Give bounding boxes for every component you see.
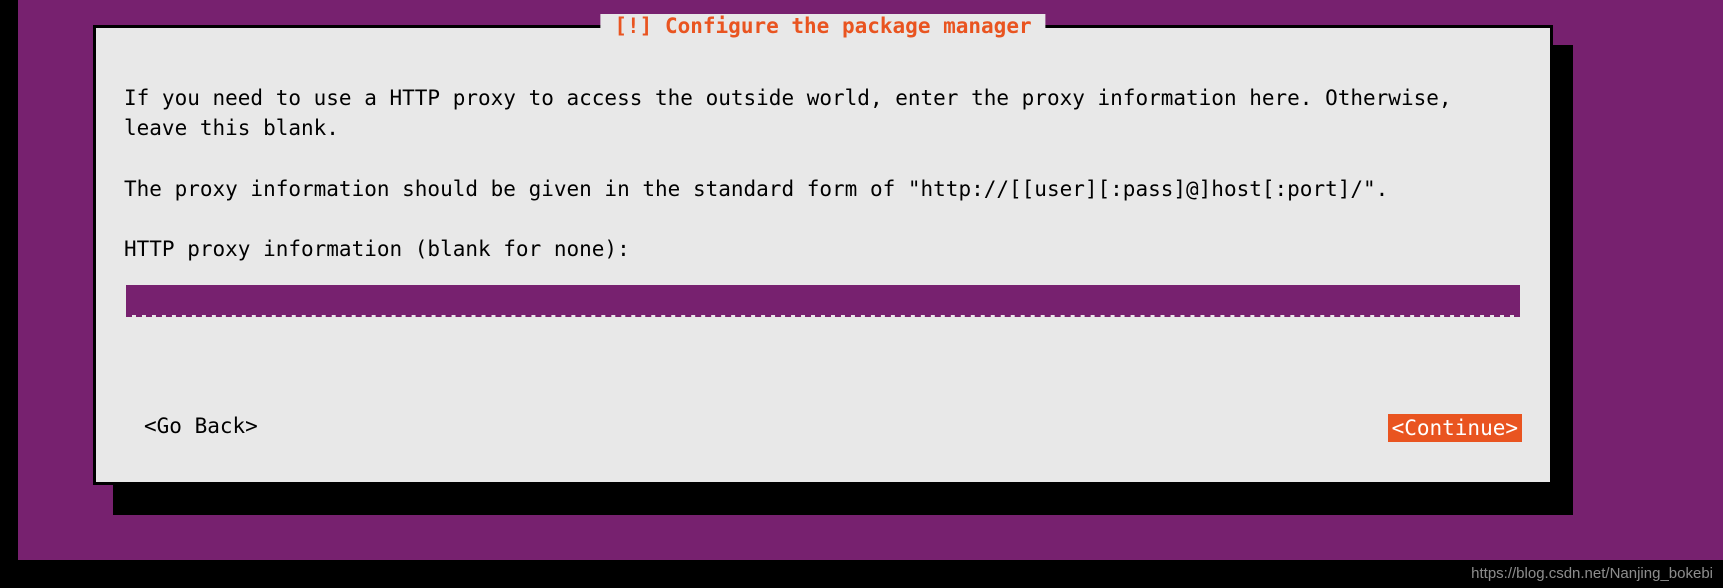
dialog-content: If you need to use a HTTP proxy to acces… xyxy=(96,28,1550,482)
go-back-button[interactable]: <Go Back> xyxy=(144,414,258,438)
proxy-prompt-label: HTTP proxy information (blank for none): xyxy=(124,234,1522,264)
package-manager-dialog: [!] Configure the package manager If you… xyxy=(93,25,1553,485)
proxy-input[interactable] xyxy=(126,285,1520,315)
proxy-input-row xyxy=(124,285,1522,323)
continue-button[interactable]: <Continue> xyxy=(1388,414,1522,442)
button-row: <Go Back> <Continue> xyxy=(124,414,1522,444)
instruction-text-2: The proxy information should be given in… xyxy=(124,174,1522,204)
input-underline xyxy=(126,315,1520,317)
watermark-text: https://blog.csdn.net/Nanjing_bokebi xyxy=(1471,565,1713,582)
instruction-text-1: If you need to use a HTTP proxy to acces… xyxy=(124,83,1522,144)
installer-screen: [!] Configure the package manager If you… xyxy=(18,0,1723,560)
